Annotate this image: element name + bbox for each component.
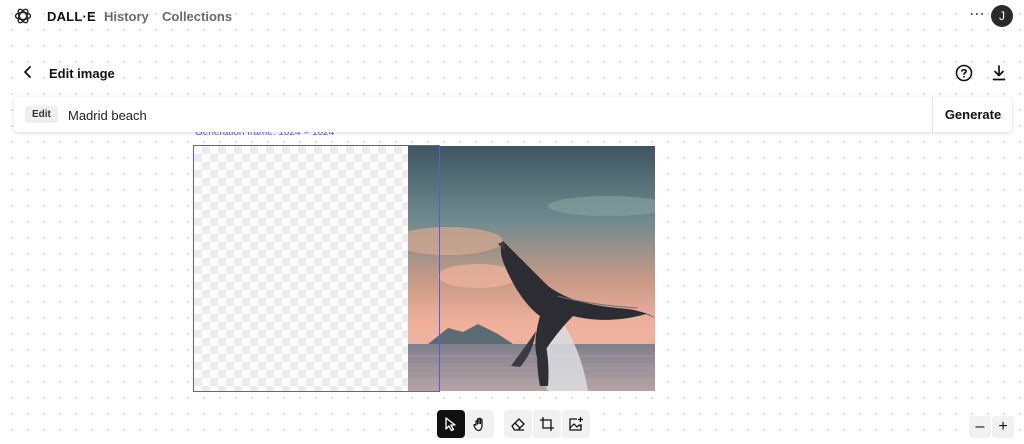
generate-button[interactable]: Generate bbox=[934, 97, 1012, 132]
help-circle-icon[interactable] bbox=[955, 64, 973, 82]
generation-frame-label: Generation frame: 1024 × 1024 bbox=[195, 132, 335, 138]
prompt-input[interactable] bbox=[66, 103, 930, 127]
eraser-tool-button[interactable] bbox=[504, 410, 532, 438]
add-frame-tool-button[interactable] bbox=[533, 410, 561, 438]
image-add-icon bbox=[569, 417, 583, 431]
openai-logo-icon[interactable] bbox=[13, 6, 33, 26]
top-bar: DALL·E History Collections ⋯ J bbox=[0, 0, 1024, 34]
upload-image-tool-button[interactable] bbox=[562, 410, 590, 438]
whale-image[interactable] bbox=[408, 146, 655, 391]
divider bbox=[932, 97, 933, 132]
eraser-icon bbox=[511, 418, 525, 431]
zoom-out-button[interactable]: – bbox=[969, 416, 991, 438]
nav-history[interactable]: History bbox=[104, 9, 149, 24]
page-title: Edit image bbox=[49, 66, 115, 81]
avatar[interactable]: J bbox=[991, 5, 1013, 27]
zoom-in-button[interactable]: + bbox=[992, 416, 1014, 438]
brand-name[interactable]: DALL·E bbox=[47, 9, 96, 24]
pan-tool-button[interactable] bbox=[466, 410, 494, 438]
frame-icon bbox=[540, 417, 554, 431]
chevron-left-icon[interactable] bbox=[20, 64, 36, 80]
select-tool-button[interactable] bbox=[437, 410, 465, 438]
hand-icon bbox=[473, 417, 483, 432]
mode-tag: Edit bbox=[25, 106, 58, 123]
nav-collections[interactable]: Collections bbox=[162, 9, 232, 24]
generation-frame[interactable] bbox=[193, 145, 440, 392]
download-icon[interactable] bbox=[991, 64, 1007, 82]
prompt-bar: Edit Generate bbox=[14, 97, 1012, 132]
ellipsis-icon[interactable]: ⋯ bbox=[967, 7, 987, 23]
cursor-icon bbox=[445, 417, 456, 432]
